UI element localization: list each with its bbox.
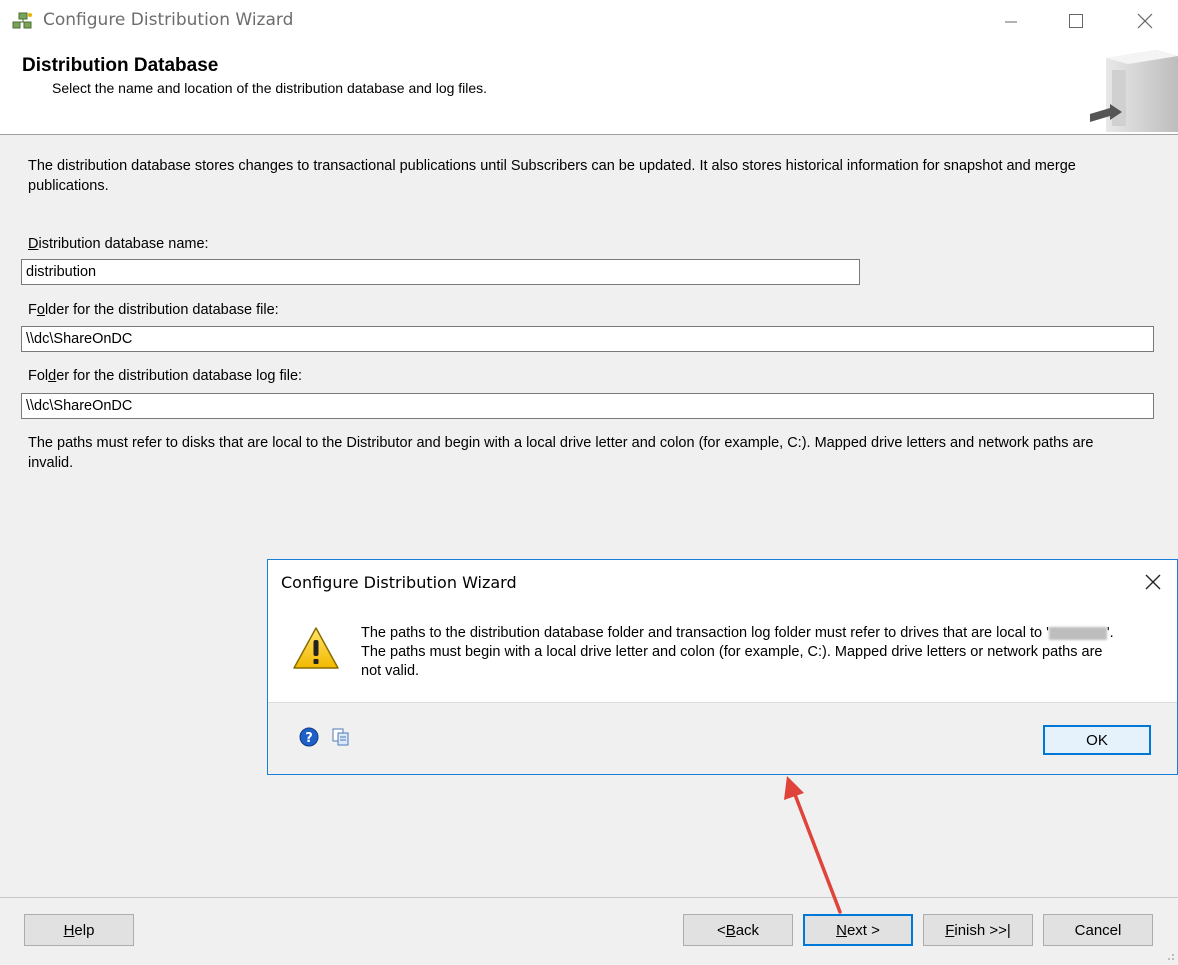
redacted-server-name xyxy=(1048,626,1107,640)
db-folder-input[interactable] xyxy=(21,326,1154,352)
finish-button-rest: inish >>| xyxy=(954,921,1011,939)
resize-grip-icon[interactable] xyxy=(1163,948,1175,960)
help-icon[interactable]: ? xyxy=(299,727,319,747)
db-folder-label: Folder for the distribution database fil… xyxy=(28,302,279,318)
minimize-icon[interactable] xyxy=(988,0,1034,42)
log-folder-input[interactable] xyxy=(21,393,1154,419)
maximize-icon[interactable] xyxy=(1053,0,1099,42)
annotation-arrow xyxy=(784,776,842,914)
next-button-rest: ext > xyxy=(846,921,880,939)
log-folder-label: Folder for the distribution database log… xyxy=(28,368,303,384)
page-subtitle: Select the name and location of the dist… xyxy=(52,80,488,96)
dialog-close-icon[interactable] xyxy=(1144,573,1162,591)
footer-divider xyxy=(0,897,1178,898)
svg-text:?: ? xyxy=(305,731,313,746)
db-name-label-text: istribution database name: xyxy=(38,236,209,252)
dialog-title: Configure Distribution Wizard xyxy=(281,573,517,592)
intro-text: The distribution database stores changes… xyxy=(28,158,1076,194)
server-graphic-icon xyxy=(1086,48,1178,132)
ok-button[interactable]: OK xyxy=(1043,725,1151,755)
help-button-rest: elp xyxy=(74,921,95,939)
dialog-message: The paths to the distribution database f… xyxy=(361,624,1121,681)
db-name-input[interactable] xyxy=(21,259,860,285)
log-folder-label-text: er for the distribution database log fil… xyxy=(56,368,303,384)
warning-icon xyxy=(292,626,340,670)
help-button[interactable]: Help xyxy=(24,914,134,946)
window-title: Configure Distribution Wizard xyxy=(43,10,294,30)
db-folder-label-text: lder for the distribution database file: xyxy=(44,302,279,318)
cancel-button[interactable]: Cancel xyxy=(1043,914,1153,946)
path-note-text: The paths must refer to disks that are l… xyxy=(28,435,1094,471)
finish-button[interactable]: Finish >>| xyxy=(923,914,1033,946)
close-icon[interactable] xyxy=(1122,0,1168,42)
back-button-rest: ack xyxy=(735,921,760,939)
error-dialog: Configure Distribution Wizard The paths … xyxy=(267,559,1178,775)
copy-icon[interactable] xyxy=(331,727,351,747)
page-title: Distribution Database xyxy=(22,55,219,76)
wizard-app-icon xyxy=(9,11,35,31)
dialog-message-part1: The paths to the distribution database f… xyxy=(361,625,1049,641)
db-name-label: Distribution database name: xyxy=(28,236,209,252)
